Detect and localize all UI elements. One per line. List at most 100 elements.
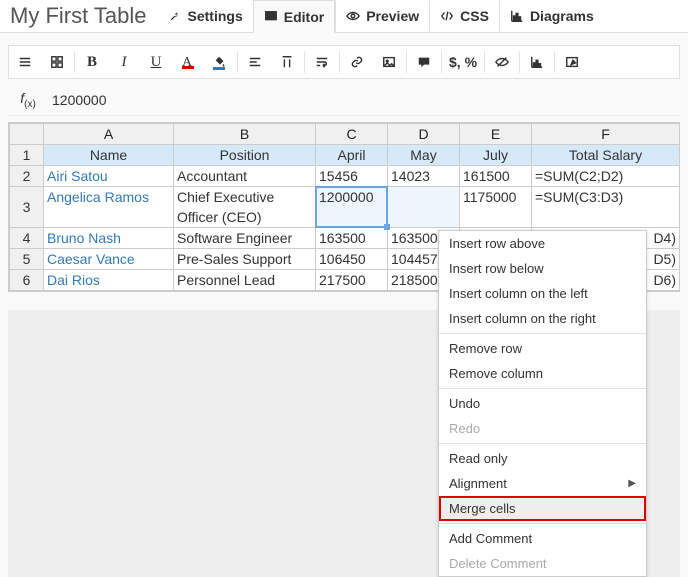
tab-label: CSS [460,8,489,24]
menu-insert-column-on-the-left[interactable]: Insert column on the left [439,281,646,306]
header-cell[interactable]: Name [44,145,174,166]
fill-color-icon[interactable] [204,48,236,76]
row-num[interactable]: 5 [10,249,44,270]
menu-label: Delete Comment [449,556,547,571]
menu-read-only[interactable]: Read only [439,446,646,471]
row-num[interactable]: 3 [10,187,44,228]
header-cell[interactable]: May [388,145,460,166]
align-left-icon[interactable] [239,48,271,76]
cell-name[interactable]: Caesar Vance [44,249,174,270]
eye-icon [346,9,360,23]
tab-editor[interactable]: Editor [253,0,335,33]
page-title: My First Table [0,0,158,32]
wrench-icon [168,9,182,23]
cell-position[interactable]: Accountant [174,166,316,187]
cell-position[interactable]: Software Engineer [174,228,316,249]
fx-label: f(x) [8,90,48,110]
grid-icon [264,10,278,24]
cell-april[interactable]: 15456 [316,166,388,187]
cell-name[interactable]: Dai Rios [44,270,174,291]
chart-icon [510,9,524,23]
header-cell[interactable]: April [316,145,388,166]
menu-label: Alignment [449,476,507,491]
menu-add-comment[interactable]: Add Comment [439,526,646,551]
cell-position[interactable]: Chief Executive Officer (CEO) [174,187,316,228]
menu-alignment[interactable]: Alignment ▶ [439,471,646,496]
cell-may[interactable]: 14023 [388,166,460,187]
col-B[interactable]: B [174,124,316,145]
cell-april[interactable]: 106450 [316,249,388,270]
cell-name[interactable]: Angelica Ramos [44,187,174,228]
header-cell[interactable]: Position [174,145,316,166]
context-menu: Insert row above Insert row below Insert c… [438,230,647,577]
wrap-text-icon[interactable] [306,48,338,76]
comment-icon[interactable] [408,48,440,76]
menu-icon[interactable] [9,48,41,76]
cell-position[interactable]: Personnel Lead [174,270,316,291]
menu-insert-column-on-the-right[interactable]: Insert column on the right [439,306,646,331]
col-F[interactable]: F [532,124,680,145]
mini-chart-icon[interactable] [521,48,553,76]
cell-april[interactable]: 217500 [316,270,388,291]
menu-label: Insert column on the left [449,286,588,301]
tab-diagrams[interactable]: Diagrams [499,0,604,32]
row-num[interactable]: 1 [10,145,44,166]
cell-total[interactable]: =SUM(C3:D3) [532,187,680,228]
bold-icon[interactable]: B [76,48,108,76]
row-num[interactable]: 6 [10,270,44,291]
menu-insert-row-below[interactable]: Insert row below [439,256,646,281]
tab-css[interactable]: CSS [429,0,499,32]
cell-april[interactable]: 1200000 [316,187,388,228]
menu-label: Insert row above [449,236,545,251]
header-cell[interactable]: July [460,145,532,166]
menu-insert-row-above[interactable]: Insert row above [439,231,646,256]
text-color-icon[interactable]: A [172,48,204,76]
align-top-icon[interactable] [271,48,303,76]
col-A[interactable]: A [44,124,174,145]
row-num[interactable]: 4 [10,228,44,249]
cell-july[interactable]: 161500 [460,166,532,187]
cell-position[interactable]: Pre-Sales Support [174,249,316,270]
cell-july[interactable]: 1175000 [460,187,532,228]
formula-value[interactable]: 1200000 [48,92,680,108]
menu-remove-column[interactable]: Remove column [439,361,646,386]
tab-preview[interactable]: Preview [335,0,429,32]
tab-label: Settings [188,8,243,24]
tab-label: Preview [366,8,419,24]
menu-label: Add Comment [449,531,532,546]
menu-remove-row[interactable]: Remove row [439,336,646,361]
currency-icon[interactable]: $, % [443,48,483,76]
col-E[interactable]: E [460,124,532,145]
table-row: 3Angelica RamosChief Executive Officer (… [10,187,680,228]
image-icon[interactable] [373,48,405,76]
cell-name[interactable]: Airi Satou [44,166,174,187]
chevron-right-icon: ▶ [628,478,636,489]
corner-cell[interactable] [10,124,44,145]
row-num[interactable]: 2 [10,166,44,187]
cell-may[interactable] [388,187,460,228]
menu-label: Insert row below [449,261,544,276]
underline-icon[interactable]: U [140,48,172,76]
link-icon[interactable] [341,48,373,76]
table-row: 2Airi SatouAccountant1545614023161500=SU… [10,166,680,187]
header-cell[interactable]: Total Salary [532,145,680,166]
cell-total[interactable]: =SUM(C2;D2) [532,166,680,187]
col-D[interactable]: D [388,124,460,145]
cell-april[interactable]: 163500 [316,228,388,249]
menu-delete-comment: Delete Comment [439,551,646,576]
italic-icon[interactable]: I [108,48,140,76]
tab-settings[interactable]: Settings [158,0,253,32]
menu-label: Read only [449,451,508,466]
menu-label: Redo [449,421,480,436]
toolbar: BIUA $, % [8,45,680,79]
tiles-icon[interactable] [41,48,73,76]
edit-icon[interactable] [556,48,588,76]
menu-label: Merge cells [449,501,515,516]
col-C[interactable]: C [316,124,388,145]
formula-bar: f(x) 1200000 [8,85,680,116]
menu-merge-cells[interactable]: Merge cells [439,496,646,521]
cell-name[interactable]: Bruno Nash [44,228,174,249]
menu-undo[interactable]: Undo [439,391,646,416]
menu-redo: Redo [439,416,646,441]
hide-icon[interactable] [486,48,518,76]
